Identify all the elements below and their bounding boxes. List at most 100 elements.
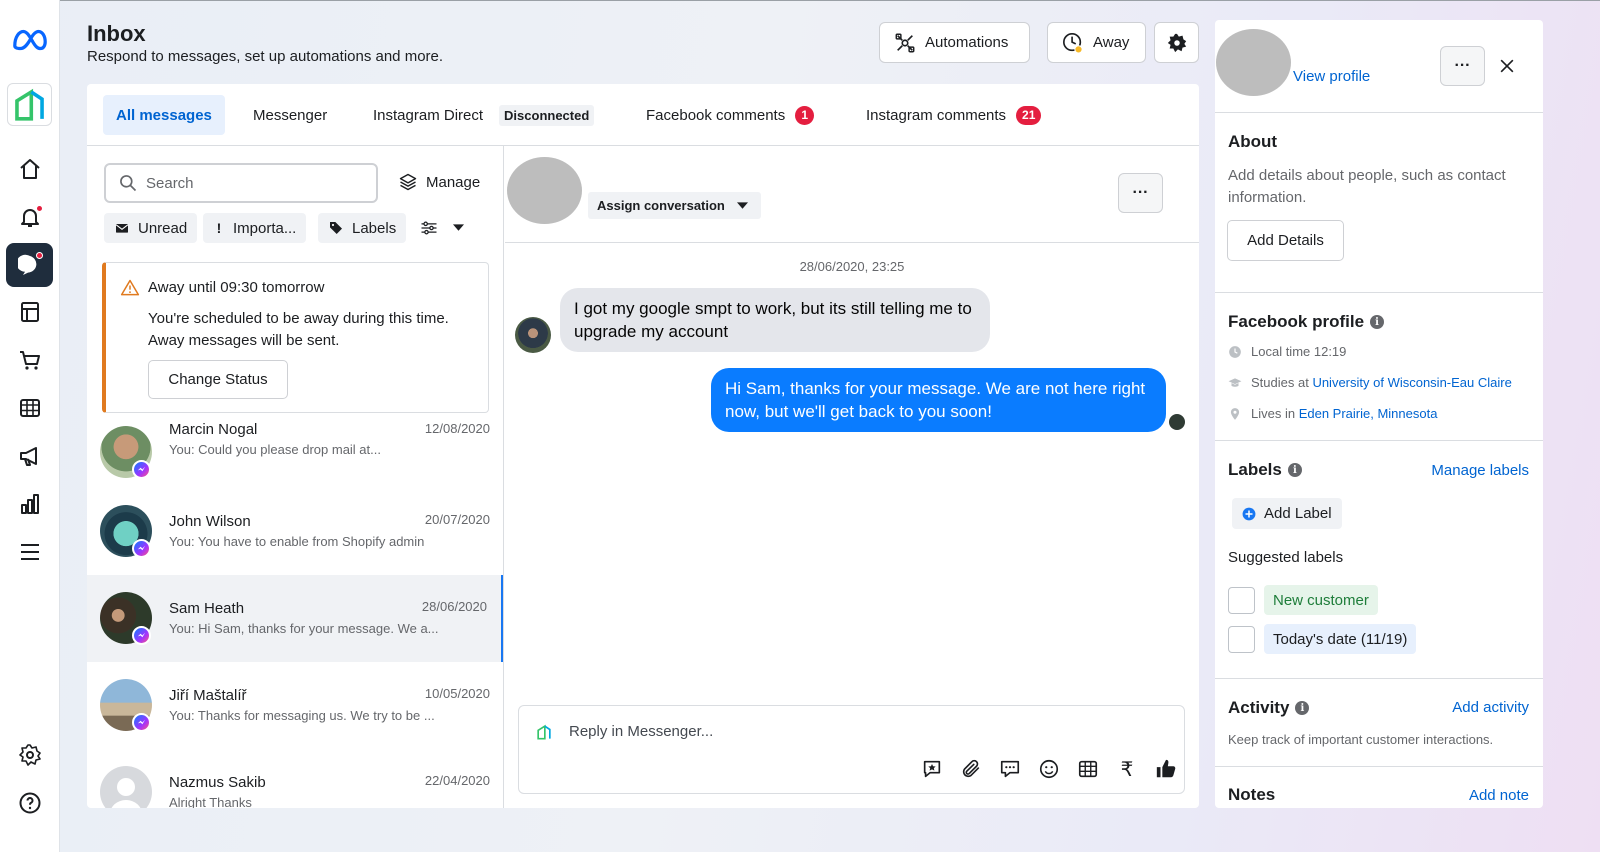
conversation-row[interactable]: Nazmus Sakib Alright Thanks 22/04/2020 bbox=[87, 749, 503, 808]
assign-label: Assign conversation bbox=[597, 198, 725, 213]
inbox-main-panel: All messages Messenger Instagram Direct … bbox=[87, 84, 1199, 808]
facebook-profile-section: Facebook profile i Local time 12:19 Studi… bbox=[1215, 293, 1543, 441]
location-link[interactable]: Eden Prairie, Minnesota bbox=[1299, 406, 1438, 421]
page-subtitle: Respond to messages, set up automations … bbox=[87, 48, 444, 65]
search-input[interactable]: Search bbox=[104, 163, 378, 203]
info-icon[interactable]: i bbox=[1295, 701, 1310, 715]
add-label-button[interactable]: Add Label bbox=[1232, 498, 1342, 529]
menu-hamburger-icon[interactable] bbox=[6, 530, 53, 574]
attachment-paperclip-icon[interactable] bbox=[959, 757, 983, 781]
more-dots-icon: ··· bbox=[1454, 57, 1471, 74]
activity-heading: Activity i bbox=[1228, 698, 1310, 718]
table-icon[interactable] bbox=[6, 386, 53, 430]
label-checkbox[interactable] bbox=[1228, 626, 1255, 653]
conversation-row[interactable]: John Wilson You: You have to enable from… bbox=[87, 488, 503, 575]
help-icon[interactable] bbox=[6, 781, 53, 825]
posts-icon[interactable] bbox=[6, 290, 53, 334]
away-status-button[interactable]: Away bbox=[1047, 22, 1146, 63]
message-timestamp: 28/06/2020, 23:25 bbox=[799, 259, 905, 274]
conversation-row[interactable]: Jiří Maštalíř You: Thanks for messaging … bbox=[87, 662, 503, 749]
about-text: Add details about people, such as contac… bbox=[1228, 167, 1506, 206]
outgoing-message: Hi Sam, thanks for your message. We are … bbox=[711, 368, 1166, 432]
message-preview: You: Hi Sam, thanks for your message. We… bbox=[169, 621, 439, 636]
warning-icon bbox=[120, 279, 140, 296]
saved-reply-icon[interactable] bbox=[920, 757, 944, 781]
more-dots-icon: ··· bbox=[1132, 184, 1149, 201]
contact-avatar bbox=[507, 157, 582, 224]
emoji-icon[interactable] bbox=[1037, 757, 1061, 781]
message-preview: You: Could you please drop mail at... bbox=[169, 442, 381, 457]
manage-labels-link[interactable]: Manage labels bbox=[1431, 462, 1529, 479]
assign-conversation-dropdown[interactable]: Assign conversation bbox=[588, 192, 761, 219]
labels-heading: Labels i bbox=[1228, 460, 1302, 480]
away-label: Away bbox=[1093, 34, 1130, 51]
studies-prefix: Studies at bbox=[1251, 375, 1313, 390]
view-profile-link[interactable]: View profile bbox=[1293, 68, 1370, 85]
activity-text: Keep track of important customer interac… bbox=[1228, 732, 1494, 747]
notes-section: Notes Add note bbox=[1215, 767, 1543, 808]
quick-reply-icon[interactable] bbox=[998, 757, 1022, 781]
label-todays-date[interactable]: Today's date (11/19) bbox=[1264, 624, 1417, 654]
settings-gear-icon[interactable] bbox=[6, 733, 53, 777]
tab-facebook-comments[interactable]: Facebook comments 1 bbox=[646, 95, 815, 135]
profile-more-button[interactable]: ··· bbox=[1440, 46, 1485, 86]
conversation-row[interactable]: Marcin Nogal You: Could you please drop … bbox=[87, 409, 503, 496]
business-page-icon[interactable] bbox=[7, 83, 52, 126]
label-checkbox[interactable] bbox=[1228, 587, 1255, 614]
filter-unread[interactable]: Unread bbox=[104, 213, 198, 243]
message-date: 20/07/2020 bbox=[424, 512, 490, 527]
shop-cart-icon[interactable] bbox=[6, 338, 53, 382]
automations-button[interactable]: Automations bbox=[879, 22, 1030, 63]
home-icon[interactable] bbox=[6, 147, 53, 191]
close-icon[interactable] bbox=[1497, 56, 1517, 76]
labels-section: Labels i Manage labels Add Label Suggeste… bbox=[1215, 441, 1543, 679]
gear-icon bbox=[1167, 33, 1186, 52]
label-new-customer[interactable]: New customer bbox=[1264, 585, 1378, 615]
contact-name: John Wilson bbox=[169, 513, 251, 530]
school-link[interactable]: University of Wisconsin-Eau Claire bbox=[1312, 375, 1511, 390]
add-activity-link[interactable]: Add activity bbox=[1452, 699, 1529, 716]
messenger-icon bbox=[132, 539, 151, 558]
info-icon[interactable]: i bbox=[1287, 463, 1302, 477]
tab-instagram-direct[interactable]: Instagram Direct Disconnected bbox=[373, 95, 595, 135]
insights-bar-chart-icon[interactable] bbox=[6, 482, 53, 526]
inbox-settings-button[interactable] bbox=[1154, 22, 1199, 63]
filter-labels[interactable]: Labels bbox=[318, 213, 407, 243]
manage-button[interactable]: Manage bbox=[398, 172, 480, 192]
inbox-chat-icon[interactable] bbox=[6, 243, 53, 287]
add-details-button[interactable]: Add Details bbox=[1227, 220, 1344, 261]
profile-avatar bbox=[1216, 29, 1291, 96]
change-status-button[interactable]: Change Status bbox=[148, 360, 288, 399]
messenger-icon bbox=[132, 626, 151, 645]
filter-label: Unread bbox=[138, 219, 188, 237]
automations-label: Automations bbox=[925, 34, 1009, 51]
lives-prefix: Lives in bbox=[1251, 406, 1299, 421]
tab-all-messages[interactable]: All messages bbox=[103, 95, 225, 135]
message-preview: You: You have to enable from Shopify adm… bbox=[169, 534, 425, 549]
sliders-icon bbox=[421, 221, 437, 235]
payment-rupee-icon[interactable]: ₹ bbox=[1115, 757, 1139, 781]
more-filters-dropdown[interactable] bbox=[409, 213, 474, 243]
conversation-row-selected[interactable]: Sam Heath You: Hi Sam, thanks for your m… bbox=[87, 575, 503, 662]
meta-logo-icon[interactable] bbox=[6, 18, 53, 62]
info-icon[interactable]: i bbox=[1370, 315, 1385, 329]
caret-down-icon bbox=[453, 224, 464, 231]
message-preview: Alright Thanks bbox=[169, 795, 252, 808]
add-note-link[interactable]: Add note bbox=[1469, 787, 1529, 804]
notes-title: Notes bbox=[1228, 785, 1276, 804]
catalog-table-icon[interactable] bbox=[1076, 757, 1100, 781]
tab-label: Facebook comments bbox=[646, 106, 786, 124]
thumbs-up-icon[interactable] bbox=[1154, 757, 1178, 781]
tab-label: All messages bbox=[116, 106, 212, 124]
notifications-bell-icon[interactable] bbox=[6, 195, 53, 239]
filter-important[interactable]: ! Importa... bbox=[203, 213, 307, 243]
contact-name: Nazmus Sakib bbox=[169, 774, 266, 791]
search-icon bbox=[120, 175, 137, 192]
about-title: About bbox=[1228, 132, 1278, 151]
conversation-more-button[interactable]: ··· bbox=[1118, 173, 1163, 213]
reply-composer[interactable]: Reply in Messenger... ₹ bbox=[518, 705, 1185, 794]
tab-instagram-comments[interactable]: Instagram comments 21 bbox=[866, 95, 1042, 135]
ads-megaphone-icon[interactable] bbox=[6, 434, 53, 478]
away-card-text: You're scheduled to be away during this … bbox=[148, 310, 449, 349]
tab-messenger[interactable]: Messenger bbox=[253, 95, 327, 135]
